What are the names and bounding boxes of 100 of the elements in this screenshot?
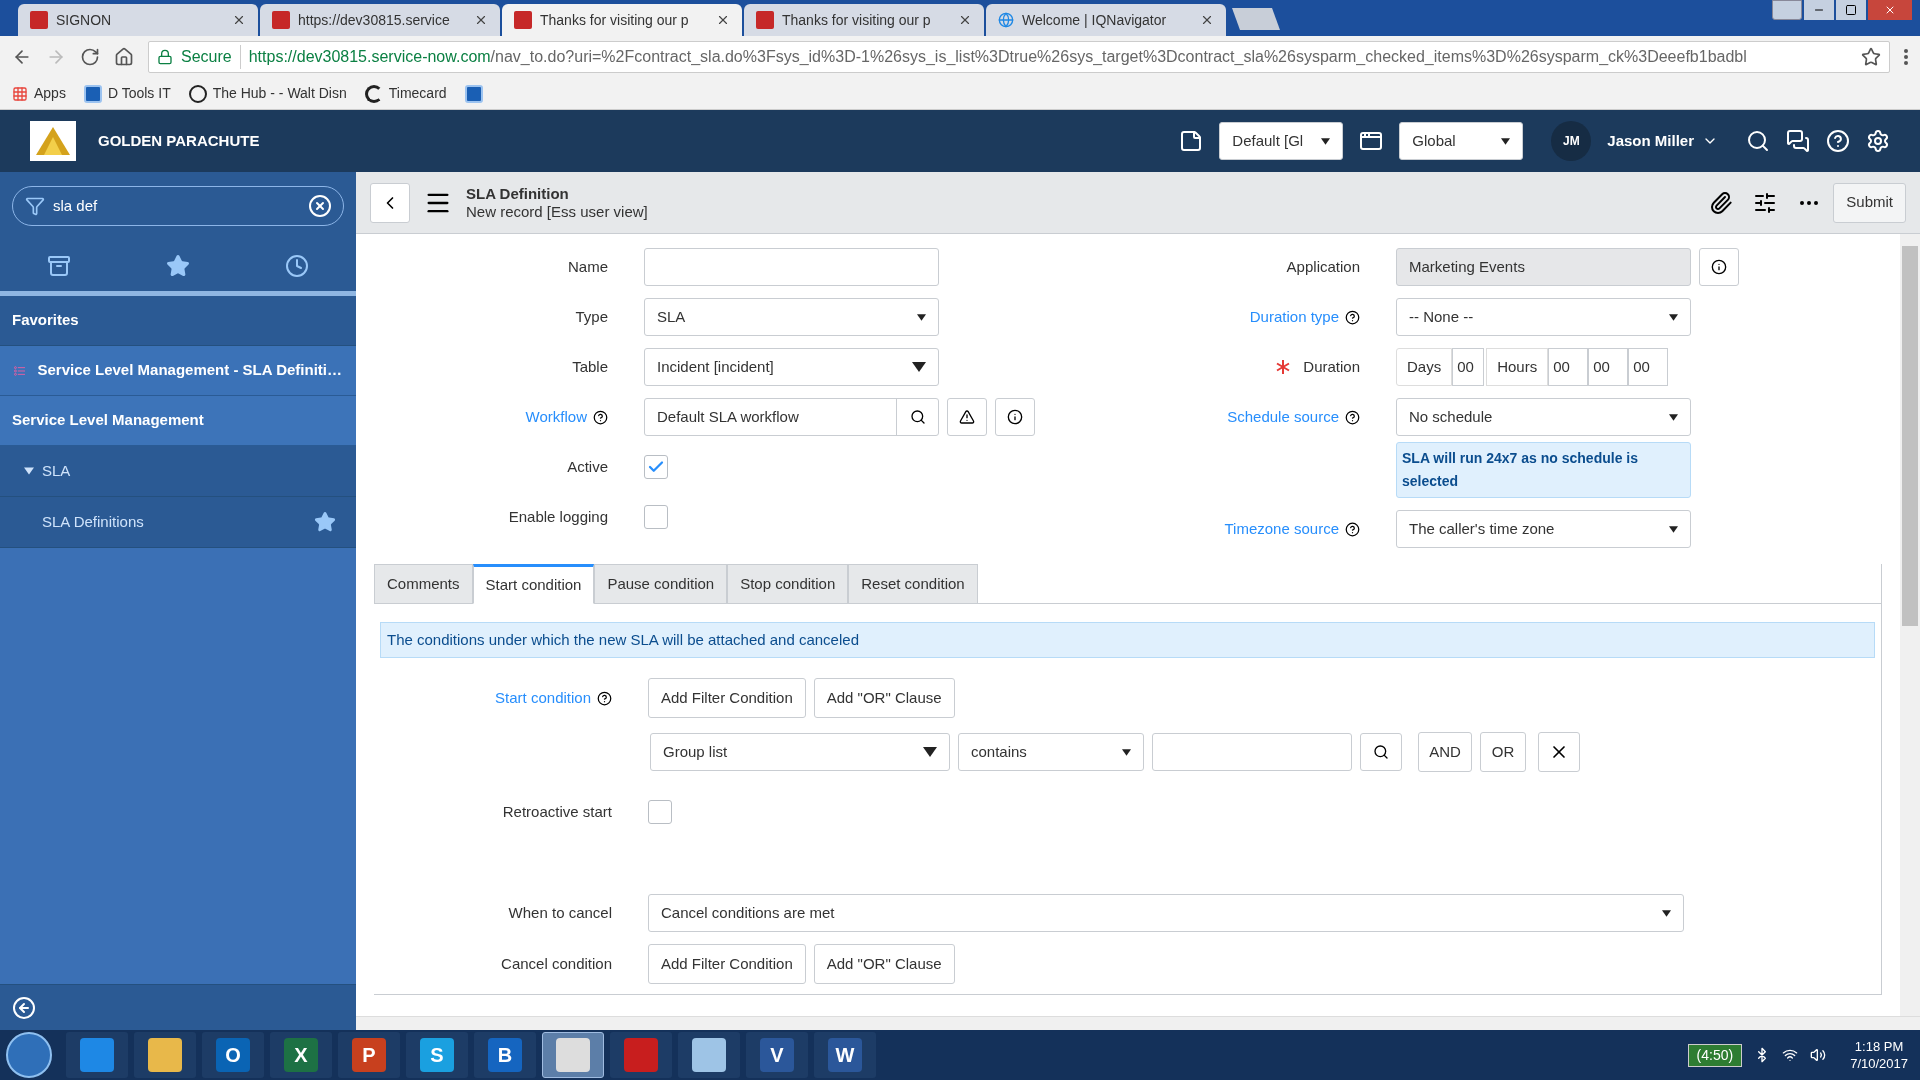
select-field[interactable]: Cancel conditions are met [648,894,1684,932]
browser-tab[interactable]: SIGNON [18,4,258,36]
checkbox[interactable] [644,455,668,479]
volume-icon[interactable] [1810,1047,1827,1063]
taskbar-app[interactable]: B [474,1032,536,1078]
user-name[interactable]: Jason Miller [1607,129,1694,153]
bookmark-item[interactable]: The Hub - - Walt Disn [188,83,347,104]
taskbar-app[interactable]: V [746,1032,808,1078]
application-picker-icon[interactable] [1359,129,1384,153]
bookmark-favicon[interactable] [464,84,483,103]
info-message: The conditions under which the new SLA will be attached and canceled [380,622,1875,658]
select-field[interactable]: Global [1399,122,1524,160]
help-icon[interactable] [593,409,608,425]
favorite-star-icon[interactable] [314,511,336,533]
remove-button[interactable] [1538,732,1580,772]
bookmark-item[interactable]: Timecard [364,83,447,104]
menu-icon[interactable] [1904,49,1908,65]
bookmark-item[interactable]: Apps [12,83,66,104]
scrollbar[interactable] [1900,234,1920,1016]
taskbar-app[interactable]: P [338,1032,400,1078]
chat-icon[interactable] [1786,129,1810,153]
network-icon[interactable] [1782,1047,1799,1063]
select-field[interactable]: Incident [incident] [644,348,939,386]
application-item[interactable]: Service Level Management [0,396,356,446]
warning-button[interactable] [947,398,987,436]
application-field: Marketing Events [1396,248,1691,286]
add-or-button[interactable]: Add "OR" Clause [813,678,955,718]
user-avatar[interactable]: JM [1551,121,1592,161]
search-icon [1373,744,1389,760]
select-field[interactable]: -- None -- [1396,298,1691,336]
taskbar-app[interactable]: O [202,1032,264,1078]
form-tab[interactable]: Pause condition [594,564,728,604]
close-icon[interactable] [1200,13,1214,27]
taskbar-app[interactable] [66,1032,128,1078]
personalize-icon[interactable] [1753,190,1778,215]
browser-tab[interactable]: Thanks for visiting our p [744,4,984,36]
maximize-button[interactable] [1836,0,1866,20]
address-bar[interactable]: Secure https://dev30815.service-now.com/nav_to.do?uri=%2Fcontract_sla.do%3Fsys_id%3D-1%26sys_is_list%3Dtrue%26sys_target%3Dcontract_sla%26sysparm_checked_items%3D%26sysparm_ck%3Deeefb1badbl [148,41,1890,73]
start-button[interactable] [6,1032,52,1078]
home-icon[interactable] [114,47,134,67]
help-icon[interactable] [1345,409,1360,425]
horizontal-scrollbar[interactable] [356,1016,1920,1030]
close-icon[interactable] [232,13,246,27]
browser-tab[interactable]: https://dev30815.service [260,4,500,36]
collapse-icon[interactable] [12,995,36,1020]
checkbox[interactable] [644,505,668,529]
form-tab[interactable]: Stop condition [727,564,849,604]
help-icon[interactable] [1345,521,1360,537]
reload-icon[interactable] [80,47,100,67]
select-field[interactable]: Default [Gl [1219,122,1344,160]
select-field[interactable]: The caller's time zone [1396,510,1691,548]
new-tab-button[interactable] [1232,8,1280,30]
days-field[interactable]: 00 [1452,348,1485,386]
taskbar-app[interactable]: W [814,1032,876,1078]
module-group[interactable]: SLA [0,446,356,497]
taskbar-app[interactable]: X [270,1032,332,1078]
archive-icon[interactable] [47,253,72,278]
select-field[interactable]: contains [958,733,1144,771]
minutes-field[interactable]: 00 [1588,348,1629,386]
help-icon[interactable] [597,690,612,706]
bookmark-star-icon[interactable] [1861,47,1881,67]
hours-field[interactable]: 00 [1548,348,1589,386]
checkbox[interactable] [648,800,672,824]
taskbar-app[interactable] [134,1032,196,1078]
form-tab[interactable]: Start condition [472,564,595,604]
module-item[interactable]: SLA Definitions [0,497,356,548]
update-set-icon[interactable] [1179,129,1204,153]
close-icon[interactable] [958,13,972,27]
seconds-field[interactable]: 00 [1628,348,1669,386]
clear-icon[interactable] [308,194,332,218]
close-icon[interactable] [474,13,488,27]
help-icon[interactable] [1345,309,1360,325]
or-button[interactable]: OR [1480,732,1526,772]
info-button[interactable] [1699,248,1739,286]
select-field[interactable]: Group list [650,733,950,771]
form-tab[interactable]: Reset condition [848,564,978,604]
bookmark-item[interactable]: D Tools IT [83,83,171,104]
select-field[interactable]: No schedule [1396,398,1691,436]
select-field[interactable]: SLA [644,298,939,336]
form-tab[interactable]: Comments [374,564,473,604]
add-filter-button[interactable]: Add Filter Condition [648,678,806,718]
browser-tab[interactable]: Thanks for visiting our p [502,4,742,36]
info-button[interactable] [995,398,1035,436]
close-icon[interactable] [716,13,730,27]
settings-icon[interactable] [1866,129,1890,153]
add-filter-button[interactable]: Add Filter Condition [648,944,806,984]
search-button[interactable] [1360,733,1402,771]
search-icon[interactable] [1746,129,1770,153]
add-or-button[interactable]: Add "OR" Clause [813,944,955,984]
taskbar-app[interactable] [542,1032,604,1078]
favorites-icon[interactable] [166,253,190,278]
condition-value-field[interactable] [1152,733,1352,771]
attachment-icon[interactable] [1709,190,1734,215]
history-icon[interactable] [284,253,309,278]
favorite-label: Service Level Management - SLA Definiti… [37,360,342,381]
name-field[interactable] [644,248,939,286]
submit-button[interactable]: Submit [1833,182,1906,223]
taskbar-app[interactable] [678,1032,740,1078]
browser-tab[interactable]: Welcome | IQNavigator [986,4,1226,36]
and-button[interactable]: AND [1418,732,1472,772]
